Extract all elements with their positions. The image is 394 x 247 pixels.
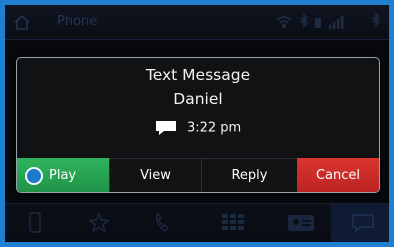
reply-button[interactable]: Reply — [201, 158, 297, 192]
home-icon[interactable] — [13, 13, 31, 31]
play-circle-icon — [25, 166, 43, 185]
status-icons — [276, 12, 381, 29]
bluetooth-icon — [300, 13, 309, 28]
nav-recent[interactable] — [133, 204, 193, 242]
phone-icon — [29, 212, 41, 233]
messages-icon — [352, 214, 374, 233]
status-bar: Phone — [5, 5, 389, 40]
cancel-button[interactable]: Cancel — [297, 158, 379, 192]
message-bubble-icon — [155, 121, 176, 135]
dialog-title: Text Message — [145, 66, 251, 84]
play-button-label: Play — [49, 168, 77, 183]
bluetooth-icon — [372, 12, 381, 27]
text-message-dialog: Text Message Daniel 3:22 pm Play View Re… — [16, 57, 380, 193]
nav-phone[interactable] — [5, 204, 65, 242]
recent-calls-icon — [155, 212, 169, 232]
message-time-row: 3:22 pm — [17, 120, 379, 136]
bottom-nav — [5, 203, 389, 242]
contacts-icon — [288, 215, 314, 231]
nav-messages[interactable] — [331, 204, 389, 242]
message-time: 3:22 pm — [186, 120, 242, 136]
dialog-button-row: Play View Reply Cancel — [17, 158, 379, 192]
wifi-icon — [276, 16, 292, 29]
play-button[interactable]: Play — [17, 158, 109, 192]
cancel-button-label: Cancel — [315, 168, 361, 183]
nav-contacts[interactable] — [267, 204, 327, 242]
view-button[interactable]: View — [109, 158, 201, 192]
keypad-icon — [222, 214, 244, 230]
signal-icon — [329, 16, 344, 29]
screen-frame: Phone Text Message Daniel 3:22 pm Play V… — [5, 5, 389, 242]
reply-button-label: Reply — [231, 168, 268, 183]
favorites-star-icon — [89, 212, 109, 233]
status-bar-title: Phone — [57, 14, 98, 29]
message-sender: Daniel — [173, 90, 223, 108]
nav-favorites[interactable] — [69, 204, 129, 242]
view-button-label: View — [140, 168, 171, 183]
nav-keypad[interactable] — [201, 204, 261, 242]
battery-icon — [315, 18, 321, 28]
